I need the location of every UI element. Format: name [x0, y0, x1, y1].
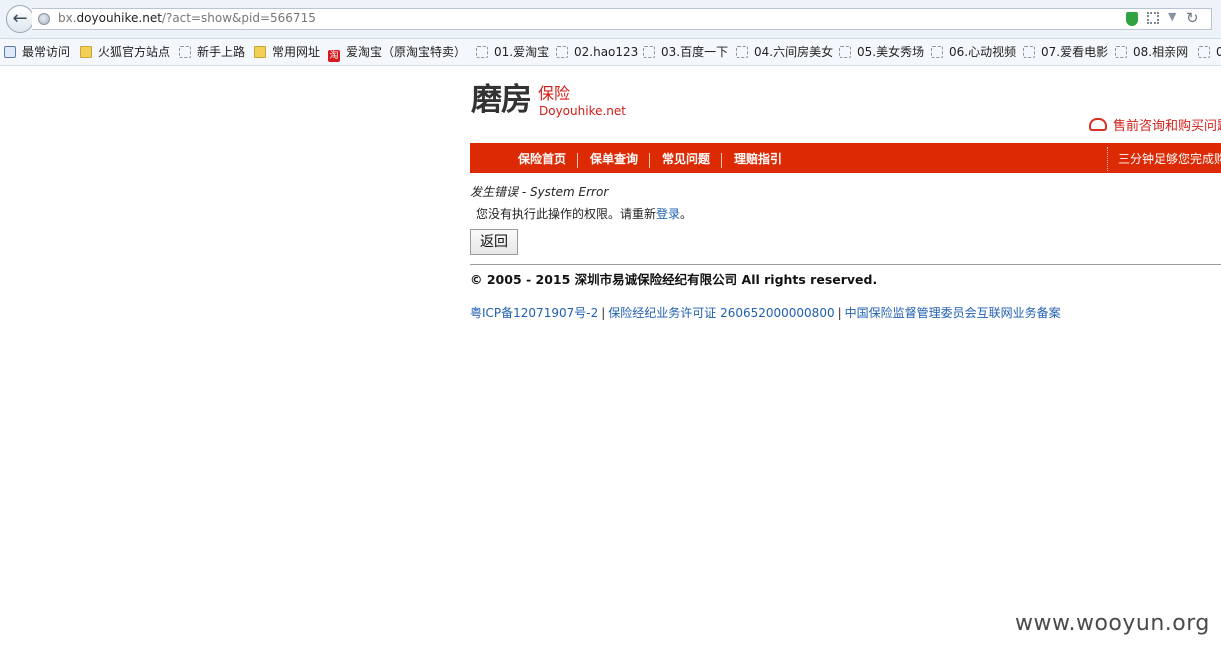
folder-icon: [254, 46, 266, 58]
login-link[interactable]: 登录: [656, 207, 680, 221]
license-link[interactable]: 保险经纪业务许可证 260652000000800: [608, 306, 834, 320]
bookmark-item[interactable]: 07.爱看电影: [1023, 44, 1108, 60]
page-icon: [839, 46, 851, 58]
url-text[interactable]: bx.doyouhike.net/?act=show&pid=566715: [58, 11, 316, 25]
circ-filing-link[interactable]: 中国保险监督管理委员会互联网业务备案: [845, 306, 1061, 320]
browser-toolbar: ← bx.doyouhike.net/?act=show&pid=566715 …: [0, 0, 1221, 39]
footer-divider: [470, 264, 1221, 265]
bookmark-item[interactable]: 01.爱淘宝: [476, 44, 549, 60]
nav-claims-guide[interactable]: 理赔指引: [734, 152, 782, 166]
bookmark-item[interactable]: 0: [1198, 44, 1221, 60]
dropdown-icon[interactable]: ▼: [1168, 10, 1176, 23]
shield-icon[interactable]: [1126, 12, 1138, 26]
copyright-text: © 2005 - 2015 深圳市易诚保险经纪有限公司 All rights r…: [470, 272, 878, 287]
star-icon: [4, 46, 16, 58]
hotline-text: 售前咨询和购买问题: [1113, 119, 1221, 134]
reload-icon[interactable]: ↻: [1186, 9, 1199, 27]
qr-code-icon[interactable]: [1147, 12, 1159, 24]
return-button[interactable]: 返回: [470, 229, 518, 255]
bookmark-item[interactable]: 03.百度一下: [643, 44, 728, 60]
bookmark-item[interactable]: 最常访问: [4, 44, 70, 60]
error-message: 您没有执行此操作的权限。请重新登录。: [476, 207, 693, 221]
bookmarks-toolbar: 最常访问 火狐官方站点 新手上路 常用网址 淘爱淘宝（原淘宝特卖） 01.爱淘宝…: [0, 39, 1221, 66]
site-logo-sub: 保险: [538, 84, 571, 103]
address-bar[interactable]: bx.doyouhike.net/?act=show&pid=566715 ▼ …: [32, 8, 1212, 30]
bookmark-item[interactable]: 04.六间房美女: [736, 44, 833, 60]
nav-separator: [649, 153, 650, 168]
site-logo[interactable]: 磨房: [471, 82, 532, 118]
bookmark-item[interactable]: 淘爱淘宝（原淘宝特卖）: [328, 44, 466, 62]
bookmark-item[interactable]: 常用网址: [254, 44, 320, 60]
page-icon: [736, 46, 748, 58]
back-button[interactable]: ←: [6, 5, 34, 33]
nav-divider: [1107, 147, 1108, 171]
page-icon: [1115, 46, 1127, 58]
site-logo-domain: Doyouhike.net: [539, 104, 626, 118]
back-arrow-icon: ←: [12, 8, 28, 29]
footer-separator: |: [601, 306, 606, 320]
footer-links: 粤ICP备12071907号-2 | 保险经纪业务许可证 2606520000008…: [470, 305, 1061, 321]
error-title: 发生错误 - System Error: [470, 185, 609, 199]
page-icon: [556, 46, 568, 58]
watermark: www.wooyun.org: [1015, 611, 1210, 636]
folder-icon: [80, 46, 92, 58]
bookmark-item[interactable]: 火狐官方站点: [80, 44, 170, 60]
footer-separator: |: [837, 306, 842, 320]
icp-link[interactable]: 粤ICP备12071907号-2: [470, 306, 598, 320]
phone-icon: [1089, 118, 1107, 131]
nav-separator: [721, 153, 722, 168]
bookmark-item[interactable]: 新手上路: [179, 44, 245, 60]
nav-faq[interactable]: 常见问题: [662, 152, 710, 166]
nav-separator: [577, 153, 578, 168]
page-icon: [179, 46, 191, 58]
main-nav: 保险首页 保单查询 常见问题 理赔指引 三分钟足够您完成购: [470, 143, 1221, 173]
globe-icon: [38, 13, 50, 25]
page-icon: [1023, 46, 1035, 58]
page-icon: [931, 46, 943, 58]
bookmark-item[interactable]: 06.心动视频: [931, 44, 1016, 60]
nav-home[interactable]: 保险首页: [518, 152, 566, 166]
bookmark-item[interactable]: 02.hao123: [556, 44, 638, 60]
nav-promo-text: 三分钟足够您完成购: [1118, 152, 1221, 166]
page-icon: [476, 46, 488, 58]
page-icon: [1198, 46, 1210, 58]
taobao-icon: 淘: [328, 50, 340, 62]
nav-policy-query[interactable]: 保单查询: [590, 152, 638, 166]
bookmark-item[interactable]: 05.美女秀场: [839, 44, 924, 60]
bookmark-item[interactable]: 08.相亲网: [1115, 44, 1188, 60]
page-icon: [643, 46, 655, 58]
